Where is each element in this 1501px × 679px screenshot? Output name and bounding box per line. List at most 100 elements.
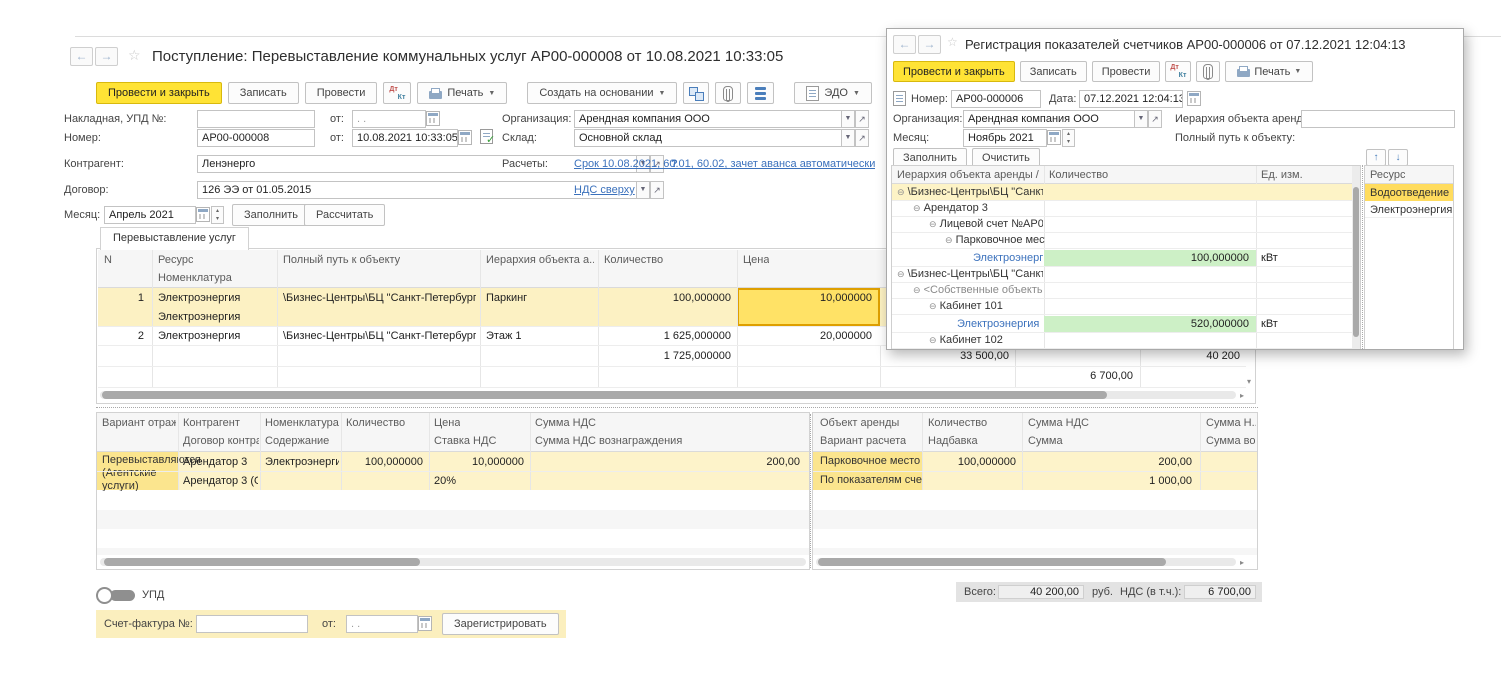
reports-button[interactable] bbox=[747, 82, 774, 104]
cell-resource[interactable]: Электроэнергия bbox=[158, 292, 240, 304]
create-from-button[interactable]: Создать на основании▼ bbox=[527, 82, 677, 104]
invoice-upd-input[interactable] bbox=[197, 110, 315, 128]
cell-vat-sum[interactable]: 200,00 bbox=[535, 456, 800, 468]
tree-node[interactable]: ⊖ Кабинет 101 bbox=[929, 300, 1043, 312]
cell-path[interactable]: \Бизнес-Центры\БЦ "Санкт-Петербург"\ bbox=[283, 330, 476, 342]
date-input[interactable]: 07.12.2021 12:04:13 bbox=[1079, 90, 1183, 108]
move-up-button[interactable]: ↑ bbox=[1366, 149, 1386, 166]
cell-quantity[interactable]: 100,000000 bbox=[343, 456, 423, 468]
dt-kt-button[interactable]: ДтКт bbox=[383, 82, 411, 104]
contract-input[interactable]: 126 ЭЭ от 01.05.2015 bbox=[197, 181, 637, 199]
collapse-icon[interactable]: ⊖ bbox=[929, 335, 937, 345]
list-item[interactable]: Электроэнергия bbox=[1365, 201, 1453, 218]
tree-node[interactable]: ⊖ <Собственные объекты аренды> bbox=[913, 284, 1043, 296]
post-button[interactable]: Провести bbox=[1092, 61, 1161, 82]
month-input[interactable]: Апрель 2021 bbox=[104, 206, 196, 224]
print-button[interactable]: Печать▼ bbox=[1225, 61, 1313, 82]
cell-contract[interactable]: Арендатор 3 (Основ... bbox=[183, 475, 258, 487]
cell-hierarchy[interactable]: Паркинг bbox=[486, 292, 527, 304]
cell-path[interactable]: \Бизнес-Центры\БЦ "Санкт-Петербург"\ bbox=[283, 292, 476, 304]
forward-icon[interactable]: → bbox=[918, 35, 941, 54]
cell-vat-rate[interactable]: 20% bbox=[434, 475, 456, 487]
upd-toggle-track[interactable] bbox=[110, 590, 135, 601]
collapse-icon[interactable]: ⊖ bbox=[929, 219, 937, 229]
calendar-icon[interactable] bbox=[458, 130, 472, 145]
tree-leaf[interactable]: Электроэнергия bbox=[957, 318, 1043, 330]
collapse-icon[interactable]: ⊖ bbox=[897, 269, 905, 279]
tree-node[interactable]: ⊖ Парковочное место bbox=[945, 234, 1045, 246]
tree-leaf[interactable]: Электроэнергия bbox=[973, 252, 1043, 264]
print-button[interactable]: Печать▼ bbox=[417, 82, 507, 104]
cell-price[interactable]: 20,000000 bbox=[741, 330, 872, 342]
warehouse-dropdown-icon[interactable]: ▼ bbox=[841, 129, 855, 147]
calendar-icon[interactable] bbox=[418, 616, 432, 631]
edo-status-icon[interactable] bbox=[893, 91, 906, 106]
tree-node[interactable]: ⊖ \Бизнес-Центры\БЦ "Санкт-Петербург"\П.… bbox=[897, 186, 1043, 198]
write-button[interactable]: Записать bbox=[228, 82, 299, 104]
splitter[interactable] bbox=[1362, 165, 1363, 349]
related-documents-button[interactable] bbox=[683, 82, 709, 104]
invoice-date-input[interactable]: . . bbox=[352, 110, 426, 128]
attachments-button[interactable] bbox=[715, 82, 741, 104]
month-stepper[interactable]: ▴▾ bbox=[1062, 129, 1075, 147]
contract-open-icon[interactable]: ↗ bbox=[650, 181, 664, 199]
scroll-right-icon[interactable]: ▸ bbox=[1240, 391, 1244, 400]
cell-sum[interactable]: 1 000,00 bbox=[1028, 475, 1192, 487]
splitter[interactable] bbox=[810, 414, 811, 568]
calculate-button[interactable]: Рассчитать bbox=[304, 204, 385, 226]
favorite-star-icon[interactable]: ☆ bbox=[128, 47, 141, 64]
post-and-close-button[interactable]: Провести и закрыть bbox=[893, 61, 1015, 82]
scroll-right-icon[interactable]: ▸ bbox=[1240, 558, 1244, 567]
cell-price[interactable]: 10,000000 bbox=[431, 456, 524, 468]
number-input[interactable]: АР00-000006 bbox=[951, 90, 1041, 108]
write-button[interactable]: Записать bbox=[1020, 61, 1087, 82]
scrollbar-thumb[interactable] bbox=[1353, 187, 1359, 337]
tab-services-reinvoicing[interactable]: Перевыставление услуг bbox=[100, 227, 249, 250]
invoice-date-input[interactable]: . . bbox=[346, 615, 418, 633]
post-and-close-button[interactable]: Провести и закрыть bbox=[96, 82, 222, 104]
splitter[interactable] bbox=[96, 407, 1258, 408]
organization-input[interactable]: Арендная компания ООО bbox=[574, 110, 842, 128]
organization-dropdown-icon[interactable]: ▼ bbox=[841, 110, 855, 128]
scrollbar-thumb[interactable] bbox=[104, 558, 420, 566]
tree-node[interactable]: ⊖ Арендатор 3 bbox=[913, 202, 1043, 214]
month-input[interactable]: Ноябрь 2021 bbox=[963, 129, 1047, 147]
calendar-icon[interactable] bbox=[196, 207, 210, 222]
cell-contractor[interactable]: Арендатор 3 bbox=[183, 456, 258, 468]
cell-nomenclature[interactable]: Электроэнергия bbox=[158, 311, 240, 323]
organization-dropdown-icon[interactable]: ▼ bbox=[1134, 110, 1148, 128]
edo-button[interactable]: ЭДО▼ bbox=[794, 82, 871, 104]
organization-open-icon[interactable]: ↗ bbox=[1148, 110, 1162, 128]
tree-node[interactable]: ⊖ Кабинет 102 bbox=[929, 334, 1043, 346]
register-button[interactable]: Зарегистрировать bbox=[442, 613, 559, 635]
date-input[interactable]: 10.08.2021 10:33:05 bbox=[352, 129, 458, 147]
cell-resource[interactable]: Электроэнергия bbox=[158, 330, 240, 342]
forward-icon[interactable]: → bbox=[95, 47, 118, 66]
fill-button[interactable]: Заполнить bbox=[232, 204, 310, 226]
calendar-icon[interactable] bbox=[1187, 91, 1201, 106]
tree-node[interactable]: ⊖ \Бизнес-Центры\БЦ "Санкт-Петербург"\Э.… bbox=[897, 268, 1043, 280]
invoice-number-input[interactable] bbox=[196, 615, 308, 633]
list-item[interactable]: Водоотведение bbox=[1365, 184, 1453, 201]
warehouse-input[interactable]: Основной склад bbox=[574, 129, 842, 147]
post-button[interactable]: Провести bbox=[305, 82, 378, 104]
cell-nomenclature[interactable]: Электроэнергия bbox=[265, 456, 339, 468]
cell-quantity[interactable]: 100,000000 bbox=[600, 292, 731, 304]
cell-hierarchy[interactable]: Этаж 1 bbox=[486, 330, 521, 342]
cell-quantity[interactable]: 100,000000 bbox=[924, 456, 1016, 468]
cell-lease-object[interactable]: Парковочное место bbox=[813, 452, 922, 471]
number-input[interactable]: АР00-000008 bbox=[197, 129, 315, 147]
vat-link[interactable]: НДС сверху bbox=[574, 184, 635, 196]
collapse-icon[interactable]: ⊖ bbox=[945, 235, 953, 245]
scroll-down-icon[interactable]: ▾ bbox=[1247, 377, 1251, 386]
back-icon[interactable]: ← bbox=[70, 47, 93, 66]
cell-vat-sum[interactable]: 200,00 bbox=[1028, 456, 1192, 468]
contractor-input[interactable]: Ленэнерго bbox=[197, 155, 637, 173]
favorite-star-icon[interactable]: ☆ bbox=[947, 35, 958, 49]
tree-node[interactable]: ⊖ Лицевой счет №АР00-000003 от 0... bbox=[929, 218, 1043, 230]
warehouse-open-icon[interactable]: ↗ bbox=[855, 129, 869, 147]
back-icon[interactable]: ← bbox=[893, 35, 916, 54]
organization-input[interactable]: Арендная компания ООО bbox=[963, 110, 1135, 128]
dt-kt-button[interactable]: ДтКт bbox=[1165, 61, 1191, 82]
scrollbar-thumb[interactable] bbox=[818, 558, 1166, 566]
